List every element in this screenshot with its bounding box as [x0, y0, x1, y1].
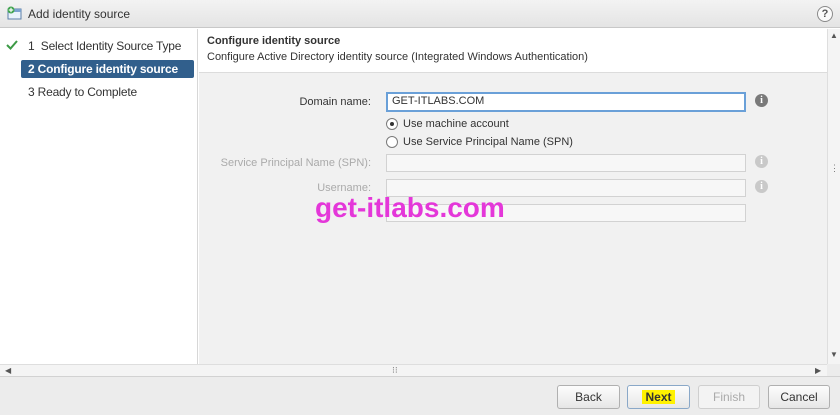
step-configure-identity-source[interactable]: 2 Configure identity source	[21, 60, 194, 78]
radio-button[interactable]	[386, 118, 398, 130]
add-identity-icon	[7, 6, 22, 20]
cancel-button[interactable]: Cancel	[768, 385, 830, 409]
dialog-footer: Back Next Finish Cancel	[0, 376, 840, 415]
domain-name-label: Domain name:	[299, 96, 371, 108]
step-label: Select Identity Source Type	[40, 39, 182, 53]
section-header: Configure identity source Configure Acti…	[199, 29, 827, 73]
dialog-title: Add identity source	[28, 7, 131, 21]
horizontal-scrollbar[interactable]: ◀ ⁝⁝ ▶	[0, 364, 827, 376]
section-subtitle: Configure Active Directory identity sour…	[207, 51, 588, 63]
spn-input[interactable]	[386, 154, 746, 172]
grip-icon[interactable]: ⁝⁝	[392, 365, 398, 376]
domain-name-input[interactable]: GET-ITLABS.COM	[386, 92, 746, 112]
info-icon[interactable]: i	[755, 155, 768, 168]
grip-icon[interactable]: ⋮⋮	[830, 163, 840, 174]
radio-button[interactable]	[386, 136, 398, 148]
step-ready-to-complete[interactable]: 3 Ready to Complete	[21, 83, 194, 101]
scroll-up-icon[interactable]: ▲	[830, 31, 838, 40]
step-number: 2	[28, 62, 35, 76]
radio-label: Use Service Principal Name (SPN)	[403, 136, 573, 148]
radio-use-machine-account[interactable]: Use machine account	[386, 117, 509, 131]
step-select-identity-source-type[interactable]: 1 Select Identity Source Type	[21, 37, 194, 55]
watermark-text: get-itlabs.com	[315, 192, 505, 223]
step-label: Ready to Complete	[37, 85, 138, 99]
vertical-scrollbar[interactable]: ▲ ⋮⋮ ▼	[827, 29, 840, 364]
dialog-titlebar: Add identity source ?	[0, 0, 840, 28]
spn-label: Service Principal Name (SPN):	[220, 157, 371, 169]
wizard-content: Configure identity source Configure Acti…	[199, 29, 827, 364]
step-number: 1	[28, 39, 35, 53]
back-button[interactable]: Back	[557, 385, 620, 409]
checkmark-icon	[6, 40, 18, 50]
radio-label: Use machine account	[403, 118, 509, 130]
next-button[interactable]: Next	[627, 385, 690, 409]
scrollbar-corner	[827, 364, 840, 376]
scroll-left-icon[interactable]: ◀	[5, 366, 11, 375]
info-icon[interactable]: i	[755, 94, 768, 107]
wizard-steps: 1 Select Identity Source Type 2 Configur…	[0, 29, 198, 364]
next-button-label: Next	[642, 390, 675, 404]
help-icon[interactable]: ?	[817, 6, 833, 22]
radio-use-spn[interactable]: Use Service Principal Name (SPN)	[386, 135, 573, 149]
step-label: Configure identity source	[37, 62, 179, 76]
step-number: 3	[28, 85, 35, 99]
scroll-down-icon[interactable]: ▼	[830, 350, 838, 359]
info-icon[interactable]: i	[755, 180, 768, 193]
scroll-right-icon[interactable]: ▶	[815, 366, 821, 375]
finish-button[interactable]: Finish	[698, 385, 760, 409]
section-title: Configure identity source	[207, 35, 341, 47]
